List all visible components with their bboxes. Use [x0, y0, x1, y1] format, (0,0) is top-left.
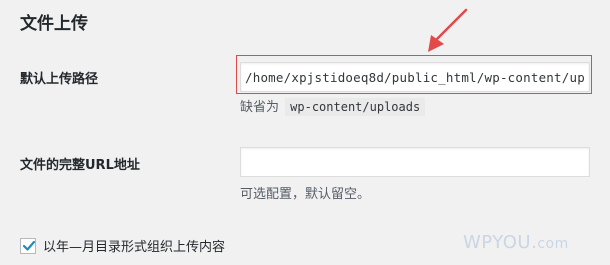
full-url-label: 文件的完整URL地址: [20, 158, 140, 173]
organize-by-month-checkbox[interactable]: [20, 237, 36, 254]
organize-by-month-option[interactable]: 以年—月目录形式组织上传内容: [20, 236, 225, 255]
full-url-description: 可选配置，默认留空。: [240, 187, 371, 202]
upload-path-default-text: 缺省为: [240, 100, 280, 115]
upload-path-input[interactable]: [240, 62, 590, 92]
watermark-text: WPYOU: [463, 232, 532, 253]
section-title: 文件上传: [20, 14, 88, 34]
organize-by-month-label: 以年—月目录形式组织上传内容: [43, 240, 226, 255]
upload-path-label: 默认上传路径: [20, 72, 99, 87]
full-url-input[interactable]: [240, 147, 590, 177]
red-arrow-icon: [428, 8, 468, 52]
watermark-suffix: com: [537, 236, 569, 252]
checkmark-icon: [22, 240, 36, 251]
upload-path-default-code: wp-content/uploads: [285, 98, 426, 116]
watermark-logo: WPYOU.com: [463, 232, 569, 253]
upload-path-description: 缺省为 wp-content/uploads: [240, 96, 426, 116]
